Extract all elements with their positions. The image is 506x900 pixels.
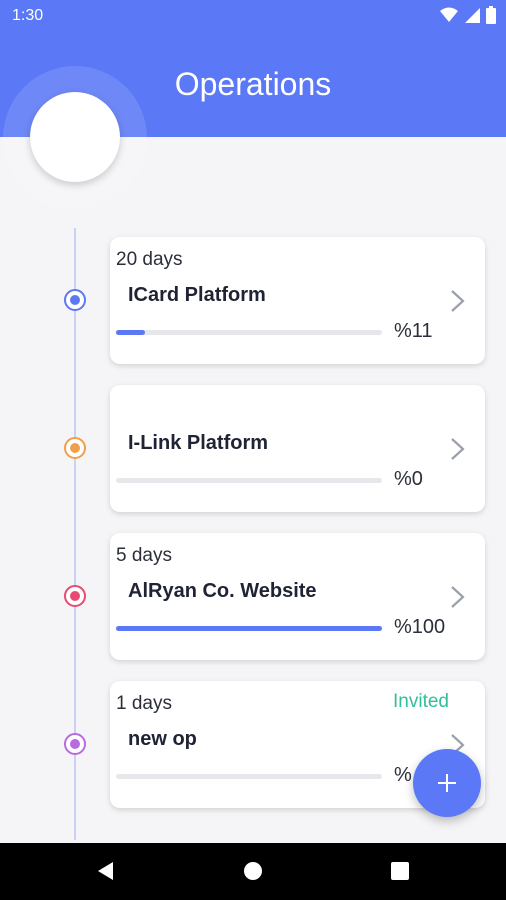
progress-bar <box>116 478 382 483</box>
timeline-dot-center <box>70 591 80 601</box>
status-icons <box>440 6 496 24</box>
timeline-dot <box>64 733 86 755</box>
avatar[interactable] <box>30 92 120 182</box>
progress-bar <box>116 774 382 779</box>
battery-icon <box>486 6 496 24</box>
operation-name: I-Link Platform <box>128 432 269 454</box>
progress-bar-fill <box>116 626 382 631</box>
recents-icon <box>391 862 409 880</box>
operation-card[interactable]: 20 days ICard Platform %11 <box>110 237 485 364</box>
progress-percent: %0 <box>394 468 423 490</box>
operation-card[interactable]: 5 days AlRyan Co. Website %100 <box>110 533 485 660</box>
page-title-text: Operations <box>174 66 332 102</box>
progress-percent: %11 <box>394 320 433 342</box>
back-button[interactable] <box>92 857 120 885</box>
timeline-dot <box>64 289 86 311</box>
back-icon <box>98 862 113 880</box>
progress-percent: %100 <box>394 616 446 638</box>
timeline-dot <box>64 437 86 459</box>
chevron-right-icon[interactable] <box>449 437 467 461</box>
operation-days: 1 days <box>116 693 172 714</box>
timeline-dot-center <box>70 295 80 305</box>
timeline-dot <box>64 585 86 607</box>
operation-name: AlRyan Co. Website <box>128 580 317 602</box>
wifi-icon <box>440 7 458 22</box>
progress-bar <box>116 626 382 631</box>
operation-status-badge: Invited <box>393 691 449 712</box>
signal-icon <box>465 8 480 23</box>
operation-card[interactable]: I-Link Platform %0 <box>110 385 485 512</box>
operation-name: ICard Platform <box>128 284 266 306</box>
chevron-right-icon[interactable] <box>449 585 467 609</box>
add-operation-button[interactable] <box>413 749 481 817</box>
recents-button[interactable] <box>386 857 414 885</box>
status-bar: 1:30 <box>0 0 506 32</box>
progress-bar-fill <box>116 330 146 335</box>
status-time: 1:30 <box>12 7 44 24</box>
plus-icon <box>438 774 456 792</box>
timeline-dot-center <box>70 443 80 453</box>
home-icon <box>244 862 262 880</box>
timeline-dot-center <box>70 739 80 749</box>
progress-bar <box>116 330 382 335</box>
operation-name: new op <box>128 728 197 750</box>
progress-percent: % <box>394 764 412 786</box>
operation-days: 20 days <box>116 249 183 270</box>
operation-days: 5 days <box>116 545 172 566</box>
home-button[interactable] <box>239 857 267 885</box>
chevron-right-icon[interactable] <box>449 289 467 313</box>
navigation-bar <box>0 843 506 900</box>
